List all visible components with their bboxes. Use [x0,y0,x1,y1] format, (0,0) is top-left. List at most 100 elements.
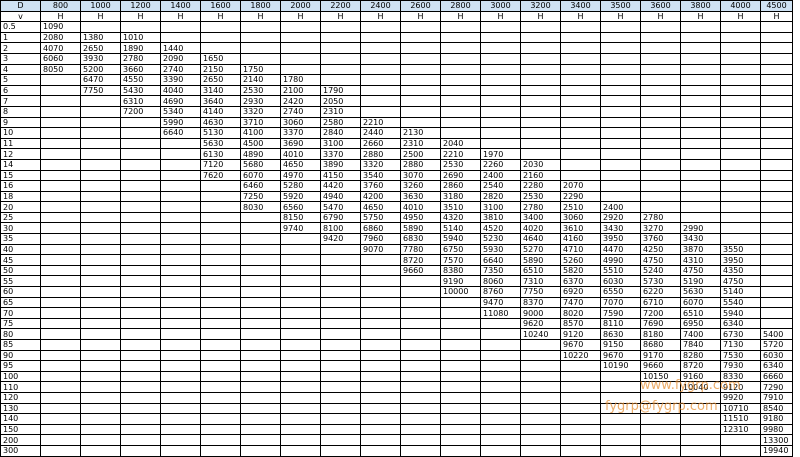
table-cell: 2420 [280,95,321,107]
table-cell: 5630 [200,137,241,150]
table-cell: 8720 [400,254,441,266]
table-cell [40,190,81,203]
table-cell [720,180,761,192]
table-cell [160,243,201,256]
table-cell: 4890 [240,148,281,160]
table-cell [520,52,561,65]
table-cell [320,360,361,372]
table-cell: 7350 [480,264,521,277]
table-cell [360,391,401,404]
table-cell [440,444,481,457]
table-cell: 2290 [560,190,601,203]
table-cell [160,254,201,266]
table-cell [440,127,481,139]
table-cell [720,444,761,457]
table-cell [40,158,81,171]
table-cell [80,296,121,309]
table-cell [280,381,321,393]
table-cell [160,296,201,309]
table-cell: 9150 [600,339,641,351]
table-row: 30 9740 8100 6860 5890 5140 4520 4020 3610 3430 32… [0,222,793,235]
subheader-unit-cell: H [200,10,241,23]
table-cell [560,95,601,107]
table-cell [640,74,681,86]
table-cell [280,391,321,404]
table-cell [400,21,441,33]
table-cell [640,95,681,107]
row-v-cell: 7 [0,95,41,107]
table-cell [200,391,241,404]
row-v-cell: 9 [0,116,41,129]
table-cell [160,275,201,288]
table-cell [400,402,441,415]
table-cell [720,158,761,171]
table-cell [360,286,401,298]
table-cell [240,233,281,245]
table-cell [160,391,201,404]
table-cell [160,21,201,33]
table-cell [120,233,161,245]
table-cell [600,42,641,54]
table-cell [200,328,241,340]
table-cell [280,52,321,65]
table-cell [680,201,721,213]
table-cell: 2210 [440,148,481,160]
table-cell: 13300 [760,434,793,446]
table-cell [160,169,201,182]
subheader-unit-cell: H [680,10,721,23]
table-cell [640,434,681,446]
table-cell [320,275,361,288]
table-cell [120,169,161,182]
table-cell: 3640 [200,95,241,107]
table-cell: 6370 [560,275,601,288]
row-v-cell: 20 [0,201,41,213]
table-cell [560,158,601,171]
table-cell [160,339,201,351]
table-cell [40,169,81,182]
table-cell: 6660 [760,370,793,383]
table-cell [480,381,521,393]
header-diameter-cell: 1000 [80,0,121,12]
table-cell: 6730 [720,328,761,340]
table-cell [440,402,481,415]
table-cell [480,63,521,76]
table-cell [120,116,161,129]
table-cell [240,391,281,404]
table-cell [400,74,441,86]
table-cell: 4690 [160,95,201,107]
table-cell [640,105,681,118]
table-cell [320,74,361,86]
table-cell [400,381,441,393]
table-cell [240,402,281,415]
table-cell [40,402,81,415]
table-cell: 7070 [600,296,641,309]
subheader-unit-cell: H [760,10,793,23]
table-cell: 7840 [680,339,721,351]
subheader-unit-cell: H [320,10,361,23]
table-cell [240,52,281,65]
table-cell: 5920 [280,190,321,203]
table-cell [640,116,681,129]
table-cell [680,74,721,86]
table-cell [360,63,401,76]
table-cell [640,127,681,139]
table-cell [440,339,481,351]
table-cell [600,148,641,160]
table-cell [640,444,681,457]
table-cell [160,201,201,213]
table-cell [720,222,761,235]
table-cell: 2650 [200,74,241,86]
table-cell [80,381,121,393]
table-cell [320,434,361,446]
table-cell [40,84,81,97]
table-cell [520,434,561,446]
header-diameter-cell: 2000 [280,0,321,12]
table-cell: 2540 [480,180,521,192]
table-cell: 2880 [360,148,401,160]
table-cell [520,360,561,372]
table-cell: 4070 [40,42,81,54]
table-cell: 4010 [280,148,321,160]
table-row: 14 7120 5680 4650 3890 3320 2880 2530 2260 2030 [0,158,793,171]
table-cell [760,169,793,182]
table-cell [400,391,441,404]
